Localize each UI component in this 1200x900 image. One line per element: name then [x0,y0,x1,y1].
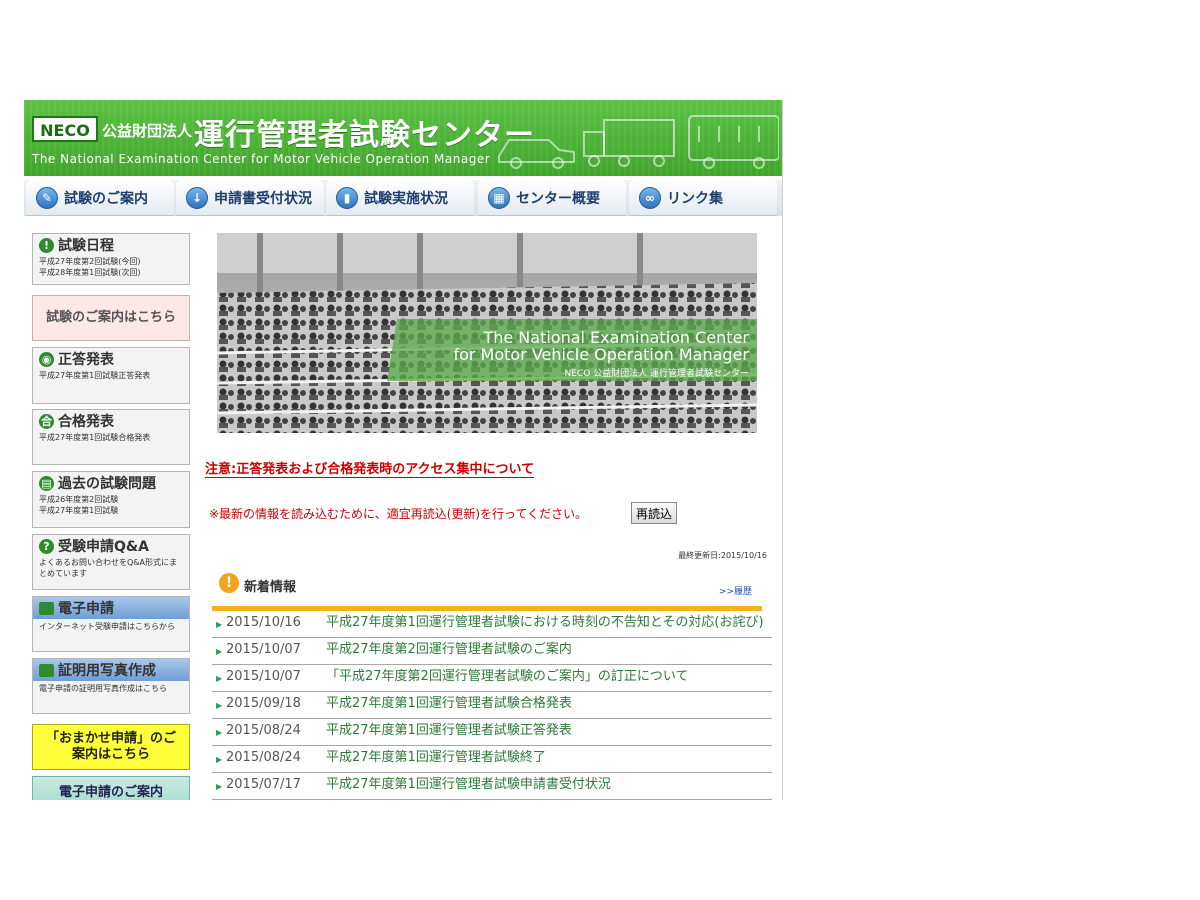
exam-hall-photo: The National Examination Center for Moto… [217,233,757,433]
reload-button[interactable]: 再読込 [631,502,678,524]
pass-icon: 合 [39,413,54,429]
sidebar-schedule-line[interactable]: 平成27年度第2回試験(今回) [33,256,189,267]
hero-banner: The National Examination Center for Moto… [217,233,757,433]
news-item: ▶ 2015/08/24 平成27年度第1回運行管理者試験正答発表 [212,719,772,746]
question-icon: ? [39,538,54,554]
news-title-link[interactable]: 「平成27年度第2回運行管理者試験のご案内」の訂正について [326,668,772,688]
neco-logo[interactable]: NECO [32,116,98,142]
news-date: 2015/10/16 [226,615,301,630]
nav-label: 試験実施状況 [364,191,448,207]
exclamation-icon: ! [39,237,54,253]
news-title-link[interactable]: 平成27年度第2回運行管理者試験のご案内 [326,641,772,661]
news-header: ! 新着情報 >>履歴 [212,570,762,611]
download-icon: ↓ [186,187,208,209]
sidebar-schedule[interactable]: ! 試験日程 平成27年度第2回試験(今回) 平成28年度第1回試験(次回) [32,233,190,285]
omakase-apply-button[interactable]: 「おまかせ申請」のご案内はこちら [32,724,190,770]
news-title-link[interactable]: 平成27年度第1回運行管理者試験正答発表 [326,722,772,742]
bullet-icon: ▶ [216,620,223,629]
news-title-link[interactable]: 平成27年度第1回運行管理者試験合格発表 [326,695,772,715]
news-title-link[interactable]: 平成27年度第1回運行管理者試験申請書受付状況 [326,776,772,796]
sidebar-e-apply-title: 電子申請 [58,601,114,617]
sidebar-qa-line: よくあるお問い合わせをQ&A形式にまとめています [39,558,178,578]
bullet-icon: ▶ [216,728,223,737]
news-history-link[interactable]: >>履歴 [719,584,752,597]
reload-note: ※最新の情報を読み込むために、適宜再読込(更新)を行ってください。 [209,507,588,521]
org-type: 公益財団法人 [102,122,193,140]
banner-logo-text: NECO 公益財団法人 運行管理者試験センター [564,367,749,379]
sidebar-schedule-line[interactable]: 平成28年度第1回試験(次回) [33,267,189,278]
sidebar-answers-title: 正答発表 [58,352,114,368]
news-item: ▶ 2015/10/07 「平成27年度第2回運行管理者試験のご案内」の訂正につ… [212,665,772,692]
nav-label: 試験のご案内 [64,191,148,207]
sidebar-qa-title: 受験申請Q&A [58,539,149,555]
nav-label: 申請書受付状況 [214,191,312,207]
sidebar-past-line[interactable]: 平成27年度第1回試験 [33,505,189,516]
pencil-icon: ✎ [36,187,58,209]
computer-icon [39,663,54,677]
site-subtitle: The National Examination Center for Moto… [32,152,491,166]
e-apply-guide-button[interactable]: 電子申請のご案内 [32,776,190,800]
vehicles-illustration [498,115,779,169]
news-item: ▶ 2015/10/07 平成27年度第2回運行管理者試験のご案内 [212,638,772,665]
news-title: 新着情報 [244,580,297,595]
site-header: NECO 公益財団法人 運行管理者試験センター The National Exa… [24,100,782,176]
exam-guide-button[interactable]: 試験のご案内はこちら [32,295,190,341]
sidebar-answers[interactable]: ◉ 正答発表 平成27年度第1回試験正答発表 [32,347,190,404]
target-icon: ◉ [39,351,54,367]
news-title-link[interactable]: 平成27年度第1回運行管理者試験終了 [326,749,772,769]
sidebar-pass-title: 合格発表 [58,414,114,430]
nav-links[interactable]: ∞ リンク集 [629,180,777,216]
sidebar-e-apply-line[interactable]: インターネット受験申請はこちらから [33,619,189,632]
sidebar-past-title: 過去の試験問題 [58,476,156,492]
sidebar-schedule-title: 試験日程 [58,238,114,254]
news-list: ▶ 2015/10/16 平成27年度第1回運行管理者試験における時刻の不告知と… [212,611,772,800]
access-notice-link[interactable]: 注意:正答発表および合格発表時のアクセス集中について [205,458,535,478]
last-updated: 最終更新日:2015/10/16 [678,551,767,560]
nav-exam-status[interactable]: ▮ 試験実施状況 [326,180,474,216]
sidebar-photo-line[interactable]: 電子申請の証明用写真作成はこちら [33,681,189,694]
building-icon: ▦ [488,187,510,209]
nav-application-status[interactable]: ↓ 申請書受付状況 [176,180,324,216]
news-item: ▶ 2015/08/24 平成27年度第1回運行管理者試験終了 [212,746,772,773]
bullet-icon: ▶ [216,701,223,710]
sidebar-e-apply[interactable]: 電子申請 インターネット受験申請はこちらから [32,596,190,652]
news-item: ▶ 2015/10/16 平成27年度第1回運行管理者試験における時刻の不告知と… [212,611,772,638]
news-title-link[interactable]: 平成27年度第1回運行管理者試験における時刻の不告知とその対応(お詫び) [326,614,772,634]
news-date: 2015/08/24 [226,723,301,738]
page-frame: NECO 公益財団法人 運行管理者試験センター The National Exa… [24,100,783,800]
sidebar-qa[interactable]: ? 受験申請Q&A よくあるお問い合わせをQ&A形式にまとめています [32,534,190,590]
sidebar-photo[interactable]: 証明用写真作成 電子申請の証明用写真作成はこちら [32,658,190,714]
document-icon: ▤ [39,475,54,491]
site-title[interactable]: 運行管理者試験センター [194,110,535,154]
news-date: 2015/10/07 [226,669,301,684]
exclamation-icon: ! [219,573,239,593]
bar-chart-icon: ▮ [336,187,358,209]
bullet-icon: ▶ [216,647,223,656]
sidebar-past-exams[interactable]: ▤ 過去の試験問題 平成26年度第2回試験 平成27年度第1回試験 [32,471,190,528]
nav-label: リンク集 [667,191,723,207]
computer-icon [39,601,54,615]
news-item: ▶ 2015/07/17 平成27年度第1回運行管理者試験申請書受付状況 [212,773,772,800]
sidebar-pass-line[interactable]: 平成27年度第1回試験合格発表 [33,432,189,443]
sidebar-past-line[interactable]: 平成26年度第2回試験 [33,494,189,505]
news-date: 2015/09/18 [226,696,301,711]
main-nav: ✎ 試験のご案内 ↓ 申請書受付状況 ▮ 試験実施状況 ▦ センター概要 ∞ リ… [24,180,782,216]
sidebar-pass[interactable]: 合合格発表 平成27年度第1回試験合格発表 [32,409,190,465]
link-icon: ∞ [639,187,661,209]
sidebar-photo-title: 証明用写真作成 [58,663,156,679]
bullet-icon: ▶ [216,674,223,683]
nav-exam-guide[interactable]: ✎ 試験のご案内 [26,180,174,216]
bullet-icon: ▶ [216,755,223,764]
banner-line2: for Motor Vehicle Operation Manager [453,345,749,364]
nav-center-overview[interactable]: ▦ センター概要 [478,180,626,216]
bullet-icon: ▶ [216,782,223,791]
nav-label: センター概要 [516,191,600,207]
news-date: 2015/07/17 [226,777,301,792]
news-date: 2015/08/24 [226,750,301,765]
news-date: 2015/10/07 [226,642,301,657]
news-item: ▶ 2015/09/18 平成27年度第1回運行管理者試験合格発表 [212,692,772,719]
sidebar-answers-line[interactable]: 平成27年度第1回試験正答発表 [33,370,189,381]
